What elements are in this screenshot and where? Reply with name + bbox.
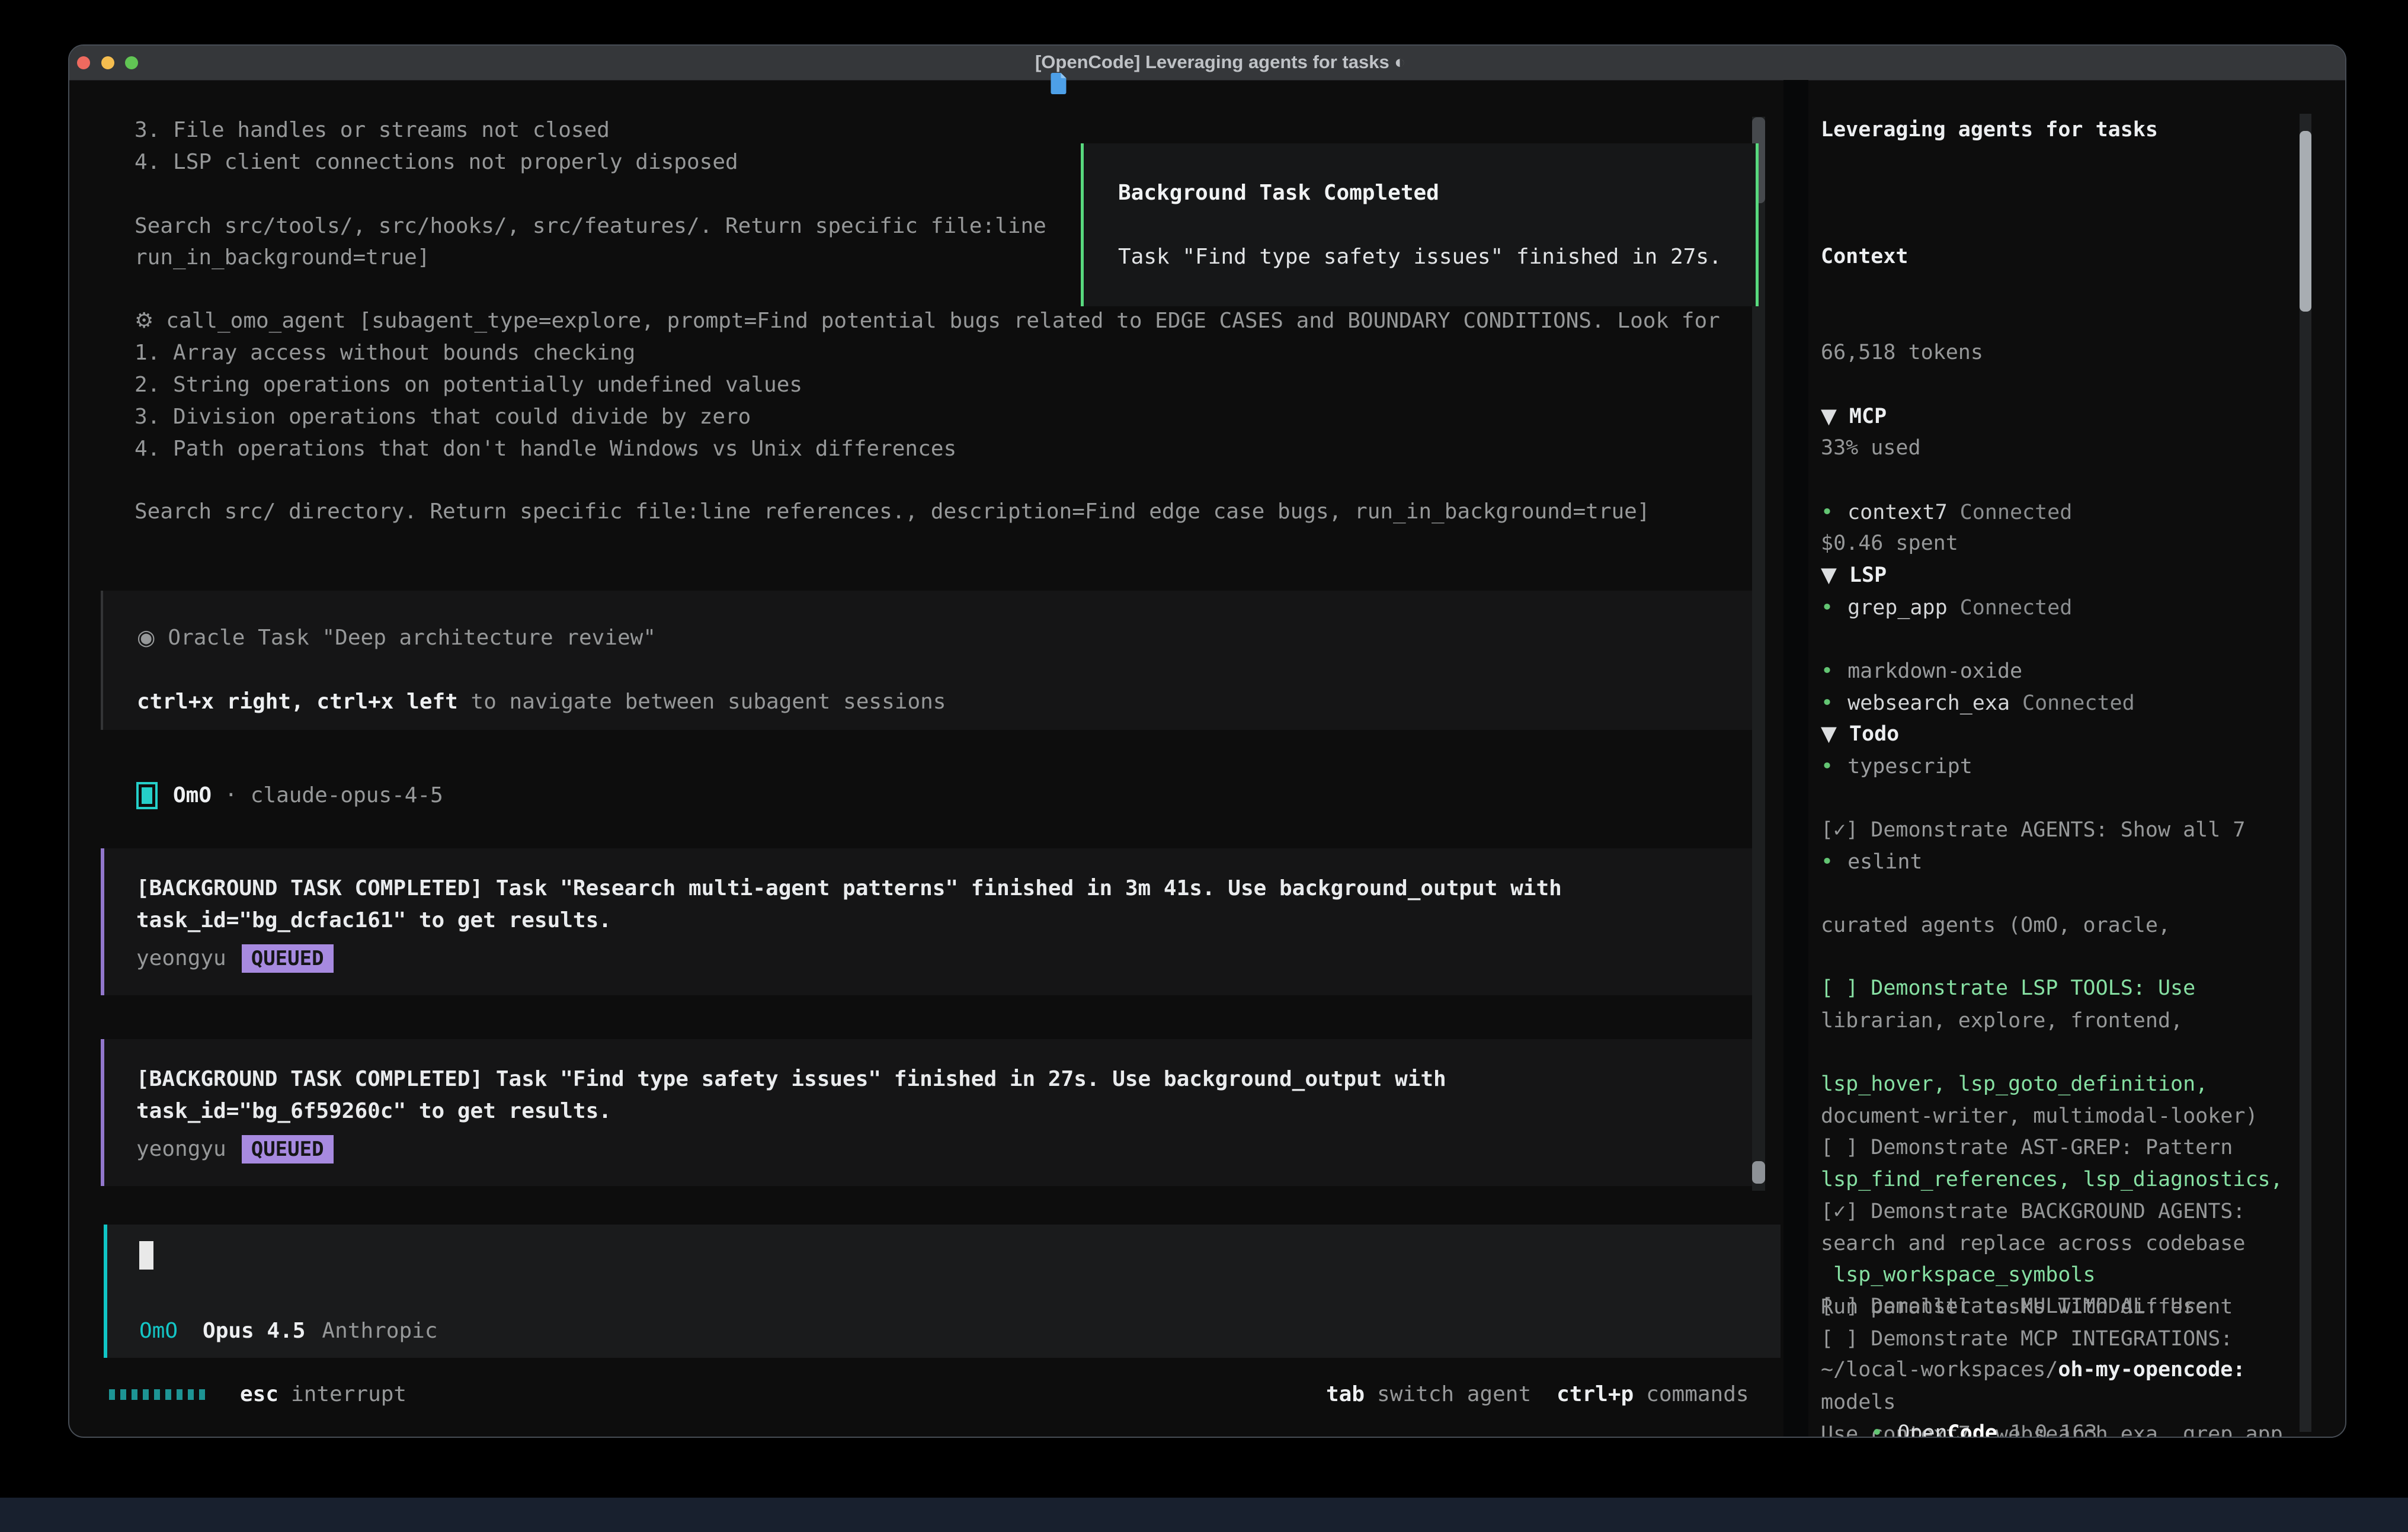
log-line: run_in_background=true]: [135, 242, 430, 274]
input-agent-name: OmO: [139, 1315, 178, 1347]
agent-header: OmO · claude-opus-4-5: [136, 780, 443, 812]
agent-name: OmO: [173, 780, 212, 812]
log-line: 4. Path operations that don't handle Win…: [135, 433, 956, 465]
task-message-line: task_id="bg_dcfac161" to get results.: [136, 905, 1755, 937]
status-badge: QUEUED: [242, 1135, 334, 1164]
todo-line-pending: [ ] Demonstrate AST-GREP: Pattern: [1821, 1132, 2283, 1164]
task-user: yeongyu: [136, 1133, 226, 1165]
tool-call-line: ⚙ call_omo_agent [subagent_type=explore, …: [135, 305, 1720, 337]
log-line: 1. Array access without bounds checking: [135, 337, 635, 369]
chevron-down-icon: ▼: [1821, 405, 1837, 428]
agent-icon: [136, 782, 158, 809]
oracle-title: Oracle Task "Deep architecture review": [168, 626, 656, 650]
task-message-line: [BACKGROUND TASK COMPLETED] Task "Resear…: [136, 873, 1755, 905]
log-line: 3. File handles or streams not closed: [135, 114, 610, 146]
activity-dot: [109, 1389, 115, 1400]
window-title-area: [OpenCode] Leveraging agents for tasks ◐: [1009, 51, 1405, 73]
background-task-toast[interactable]: Background Task Completed Task "Find typ…: [1081, 143, 1759, 306]
main-scrollbar-thumb[interactable]: [1752, 1161, 1765, 1184]
input-meta-row: OmO Opus 4.5 Anthropic: [139, 1315, 438, 1347]
todo-line-done: [✓] Demonstrate AGENTS: Show all 7: [1821, 815, 2258, 847]
ctrlp-label: commands: [1646, 1382, 1749, 1406]
todo-line-active: [ ] Demonstrate LSP TOOLS: Use: [1821, 973, 2283, 1005]
minimize-button[interactable]: [101, 56, 114, 69]
chevron-down-icon: ▼: [1821, 563, 1837, 587]
todo-section-header[interactable]: ▼ Todo: [1821, 719, 2258, 751]
gear-icon: ⚙: [135, 309, 153, 333]
activity-dot: [120, 1389, 126, 1400]
lsp-section-header[interactable]: ▼ LSP: [1821, 560, 2022, 592]
task-message-line: task_id="bg_6f59260c" to get results.: [136, 1095, 1755, 1127]
pane-divider: [1783, 80, 1808, 1438]
window-titlebar[interactable]: [OpenCode] Leveraging agents for tasks ◐: [69, 46, 2345, 81]
activity-dot: [199, 1389, 205, 1400]
activity-dot: [132, 1389, 137, 1400]
activity-dot: [165, 1389, 171, 1400]
log-line: 4. LSP client connections not properly d…: [135, 146, 738, 178]
agent-model: claude-opus-4-5: [251, 780, 443, 812]
tab-label: switch agent: [1377, 1382, 1531, 1406]
close-button[interactable]: [77, 56, 90, 69]
background-task-card: [BACKGROUND TASK COMPLETED] Task "Resear…: [101, 848, 1755, 995]
sidebar-version: • OpenCode 1.0.163: [1821, 1386, 2097, 1438]
log-line: 3. Division operations that could divide…: [135, 401, 751, 433]
input-model: Opus 4.5: [203, 1315, 305, 1347]
mcp-heading: MCP: [1849, 405, 1887, 428]
statusbar-interrupt-hint: esc interrupt: [240, 1379, 406, 1411]
separator-dot: ·: [225, 780, 238, 812]
activity-dot: [143, 1389, 149, 1400]
prompt-input[interactable]: OmO Opus 4.5 Anthropic: [104, 1225, 1781, 1358]
desktop-dock-strip: [0, 1498, 2408, 1532]
document-icon: [1009, 51, 1027, 73]
lsp-heading: LSP: [1849, 563, 1887, 587]
tab-key: tab: [1326, 1382, 1365, 1406]
workspace-path: ~/local-workspaces/: [1821, 1358, 2058, 1382]
activity-dot: [177, 1389, 182, 1400]
oracle-hint-line: ctrl+x right, ctrl+x left to navigate be…: [137, 686, 1755, 718]
tool-call-text: call_omo_agent [subagent_type=explore, p…: [166, 309, 1720, 333]
sidebar-scrollbar-thumb[interactable]: [2300, 131, 2311, 312]
esc-label: interrupt: [291, 1382, 406, 1406]
ctrlp-key: ctrl+p: [1557, 1382, 1634, 1406]
app-name-bold: Code: [1948, 1421, 1997, 1438]
shortcut-label: to navigate between subagent sessions: [458, 690, 946, 714]
app-version: 1.0.163: [2010, 1421, 2098, 1438]
mcp-section-header[interactable]: ▼ MCP: [1821, 401, 2135, 433]
log-line: 2. String operations on potentially unde…: [135, 369, 802, 401]
chevron-down-icon: ▼: [1821, 722, 1837, 746]
activity-dot: [154, 1389, 160, 1400]
sidebar-session-title: Leveraging agents for tasks: [1821, 114, 2158, 146]
todo-heading: Todo: [1849, 722, 1899, 746]
app-name: Open: [1897, 1421, 1947, 1438]
text-cursor: [139, 1241, 153, 1270]
context-heading: Context: [1821, 241, 1983, 273]
background-task-card: [BACKGROUND TASK COMPLETED] Task "Find t…: [101, 1039, 1755, 1186]
toast-title: Background Task Completed: [1118, 177, 1756, 209]
statusbar-shortcuts: tab switch agent ctrl+p commands: [1326, 1379, 1749, 1411]
activity-dot: [188, 1389, 194, 1400]
toast-body: Task "Find type safety issues" finished …: [1118, 241, 1756, 273]
workspace-repo: oh-my-opencode:: [2058, 1358, 2245, 1382]
task-message-line: [BACKGROUND TASK COMPLETED] Task "Find t…: [136, 1063, 1755, 1095]
window-title: [OpenCode] Leveraging agents for tasks ◐: [1035, 52, 1405, 73]
terminal-window: [OpenCode] Leveraging agents for tasks ◐…: [68, 44, 2346, 1438]
log-line: Search src/tools/, src/hooks/, src/featu…: [135, 210, 1046, 242]
status-dot-icon: •: [1871, 1421, 1883, 1438]
esc-key: esc: [240, 1382, 278, 1406]
record-icon: ◉: [137, 626, 155, 650]
workspace-path-line: ~/local-workspaces/oh-my-opencode:: [1821, 1354, 2245, 1386]
oracle-task-block: ◉Oracle Task "Deep architecture review" …: [101, 591, 1755, 730]
task-user: yeongyu: [136, 943, 226, 975]
oracle-title-line: ◉ Oracle Task "Deep architecture review": [137, 622, 1755, 654]
activity-dots: [109, 1389, 205, 1400]
log-line: Search src/ directory. Return specific f…: [135, 496, 1650, 528]
zoom-button[interactable]: [125, 56, 138, 69]
status-badge: QUEUED: [242, 944, 334, 973]
shortcut-keys: ctrl+x right, ctrl+x left: [137, 690, 458, 714]
input-provider: Anthropic: [322, 1315, 437, 1347]
